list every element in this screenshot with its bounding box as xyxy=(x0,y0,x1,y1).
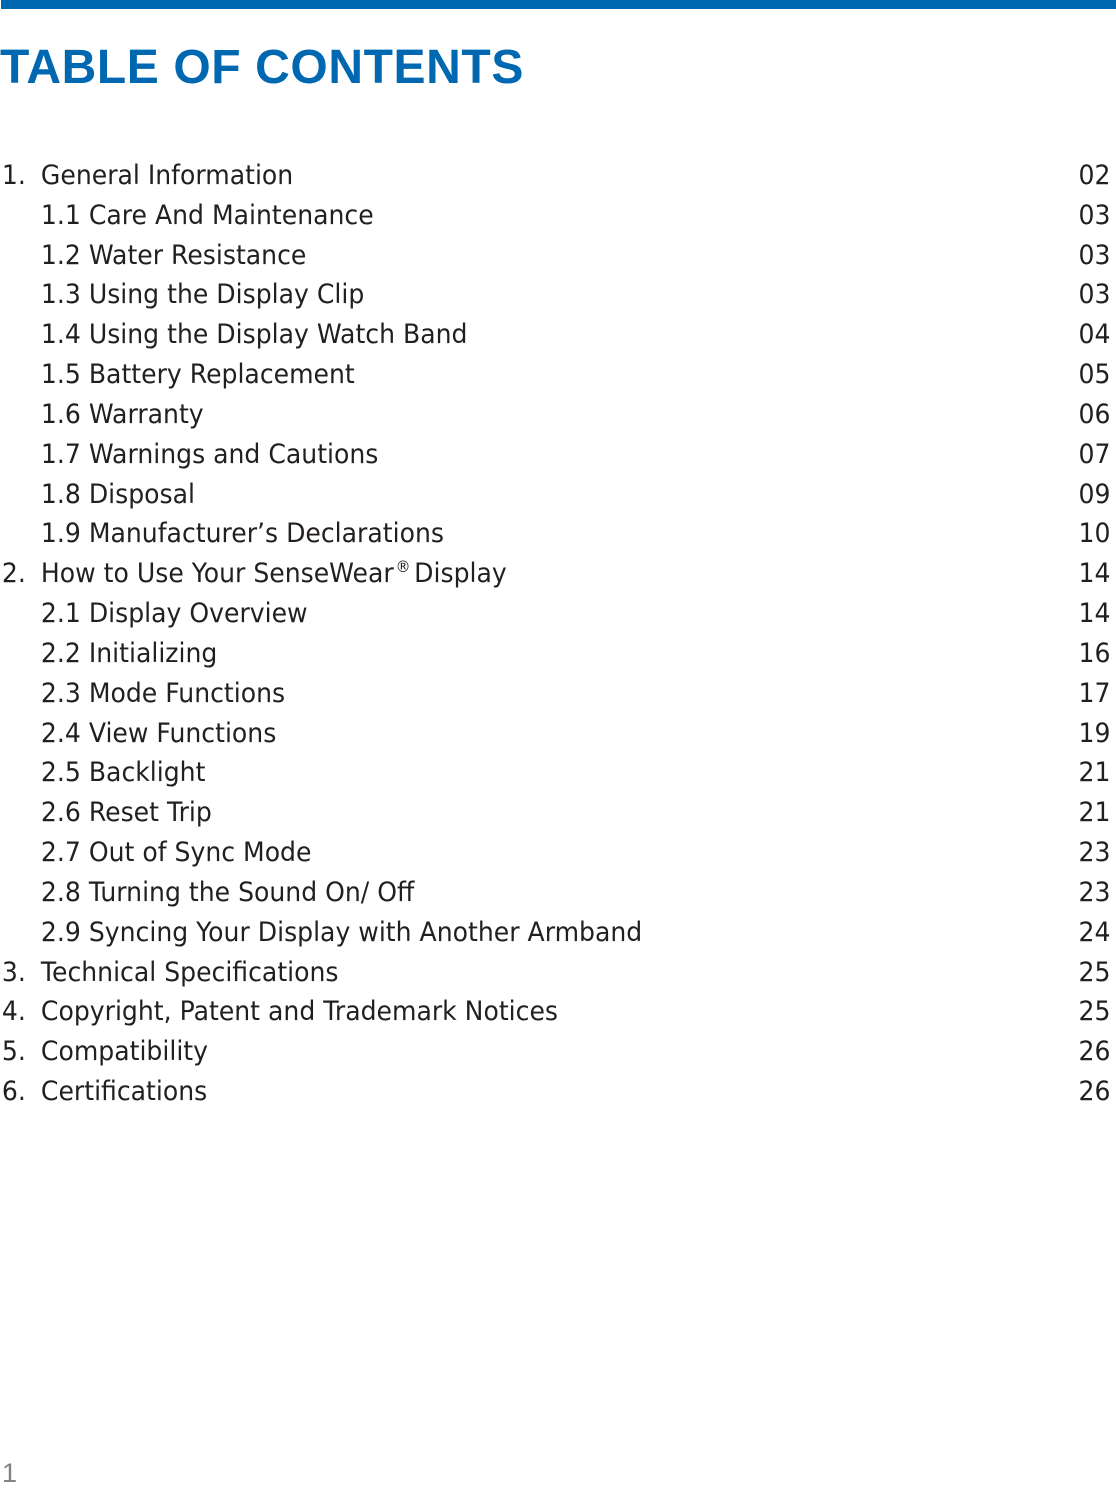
toc-page-number: 23 xyxy=(1078,837,1111,869)
toc-section-number: 3. xyxy=(1,956,26,988)
toc-section-number: 5. xyxy=(1,1036,26,1068)
toc-page-number: 04 xyxy=(1078,319,1111,351)
toc-entry-label: 1.6 Warranty xyxy=(40,398,204,430)
toc-page-number: 06 xyxy=(1078,398,1111,430)
toc-section-number: 6. xyxy=(1,1076,26,1108)
toc-section-entry[interactable]: 6. Certifications 26 xyxy=(0,1072,1111,1112)
toc-entry-label: Copyright, Patent and Trademark Notices xyxy=(40,996,558,1028)
toc-entry-label: 1.1 Care And Maintenance xyxy=(40,199,374,231)
toc-page-number: 03 xyxy=(1078,279,1111,311)
toc-page-number: 07 xyxy=(1078,438,1111,470)
toc-entry-label: 1.8 Disposal xyxy=(40,478,195,510)
toc-subsection-entry[interactable]: 2.9 Syncing Your Display with Another Ar… xyxy=(0,913,1111,953)
header-accent-bar xyxy=(1,0,1116,9)
toc-entry-label: 1.5 Battery Replacement xyxy=(40,359,355,391)
toc-entry-label: How to Use Your SenseWear ® Display xyxy=(41,554,507,594)
toc-page-number: 16 xyxy=(1078,637,1111,669)
toc-page-number: 10 xyxy=(1078,518,1111,550)
toc-subsection-entry[interactable]: 1.6 Warranty 06 xyxy=(0,395,1111,435)
toc-subsection-entry[interactable]: 1.3 Using the Display Clip 03 xyxy=(0,275,1111,315)
toc-section-number: 2. xyxy=(1,558,26,590)
toc-section-entry[interactable]: 3. Technical Specifications 25 xyxy=(0,953,1111,993)
toc-page-number: 14 xyxy=(1078,598,1111,630)
toc-page-number: 25 xyxy=(1078,996,1111,1028)
toc-page-number: 23 xyxy=(1078,876,1111,908)
page-number: 1 xyxy=(2,1458,18,1488)
toc-entry-label: Certifications xyxy=(40,1076,208,1108)
toc-entry-label: 2.8 Turning the Sound On/ Off xyxy=(40,876,415,908)
toc-subsection-entry[interactable]: 1.2 Water Resistance 03 xyxy=(0,236,1111,276)
toc-entry-label: General Information xyxy=(40,160,294,191)
toc-subsection-entry[interactable]: 2.5 Backlight 21 xyxy=(0,753,1111,793)
toc-section-entry[interactable]: 4. Copyright, Patent and Trademark Notice… xyxy=(0,992,1111,1032)
toc-entry-label: 2.5 Backlight xyxy=(40,757,206,789)
page-title: TABLE OF CONTENTS xyxy=(0,41,524,94)
toc-page-number: 03 xyxy=(1078,199,1111,231)
toc-section-entry[interactable]: 2. How to Use Your SenseWear ® Display 14 xyxy=(0,554,1111,594)
toc-subsection-entry[interactable]: 2.6 Reset Trip 21 xyxy=(0,793,1111,833)
toc-subsection-entry[interactable]: 2.4 View Functions 19 xyxy=(0,714,1111,754)
toc-page-number: 21 xyxy=(1078,757,1111,789)
toc-entry-label: 2.3 Mode Functions xyxy=(40,677,286,709)
toc-subsection-entry[interactable]: 1.8 Disposal 09 xyxy=(0,475,1111,515)
toc-entry-label: 2.7 Out of Sync Mode xyxy=(40,837,312,869)
toc-entry-label-text: How to Use Your SenseWear xyxy=(40,558,394,590)
toc-entry-label: 1.9 Manufacturer’s Declarations xyxy=(40,518,444,550)
toc-entry-label: 2.1 Display Overview xyxy=(40,598,308,630)
toc-subsection-entry[interactable]: 2.1 Display Overview 14 xyxy=(0,594,1111,634)
toc-entry-label: 1.3 Using the Display Clip xyxy=(40,279,365,311)
table-of-contents: 1. General Information 02 1.1 Care And Main… xyxy=(0,156,1111,1112)
toc-page-number: 25 xyxy=(1078,956,1111,988)
toc-entry-label: 1.2 Water Resistance xyxy=(40,239,307,271)
toc-page-number: 26 xyxy=(1078,1036,1111,1068)
toc-entry-label: 1.7 Warnings and Cautions xyxy=(40,438,379,470)
toc-entry-label: 2.9 Syncing Your Display with Another Ar… xyxy=(40,916,643,948)
toc-subsection-entry[interactable]: 1.5 Battery Replacement 05 xyxy=(0,355,1111,395)
toc-subsection-entry[interactable]: 2.2 Initializing 16 xyxy=(0,634,1111,674)
toc-section-number: 4. xyxy=(1,996,26,1028)
toc-page-number: 03 xyxy=(1078,239,1111,271)
toc-subsection-entry[interactable]: 1.7 Warnings and Cautions 07 xyxy=(0,435,1111,475)
toc-entry-label-suffix: Display xyxy=(414,558,507,590)
toc-subsection-entry[interactable]: 2.7 Out of Sync Mode 23 xyxy=(0,833,1111,873)
toc-page-number: 14 xyxy=(1078,558,1111,590)
toc-page-number: 17 xyxy=(1078,677,1111,709)
toc-page-number: 21 xyxy=(1078,797,1111,829)
toc-entry-label: Technical Specifications xyxy=(40,956,339,988)
toc-entry-label: 2.2 Initializing xyxy=(40,637,218,669)
toc-entry-label: 2.4 View Functions xyxy=(40,717,277,749)
toc-subsection-entry[interactable]: 2.3 Mode Functions 17 xyxy=(0,674,1111,714)
registered-trademark-symbol: ® xyxy=(395,557,411,577)
toc-page-number: 24 xyxy=(1078,916,1111,948)
toc-entry-label: 1.4 Using the Display Watch Band xyxy=(40,319,468,351)
toc-section-entry[interactable]: 1. General Information 02 xyxy=(0,156,1111,196)
toc-entry-label: Compatibility xyxy=(40,1036,209,1068)
toc-section-number: 1. xyxy=(1,160,26,191)
toc-page-number: 26 xyxy=(1078,1076,1111,1108)
toc-section-entry[interactable]: 5. Compatibility 26 xyxy=(0,1032,1111,1072)
toc-subsection-entry[interactable]: 1.9 Manufacturer’s Declarations 10 xyxy=(0,514,1111,554)
toc-page-number: 02 xyxy=(1078,160,1111,191)
toc-subsection-entry[interactable]: 2.8 Turning the Sound On/ Off 23 xyxy=(0,873,1111,913)
toc-page-number: 09 xyxy=(1078,478,1111,510)
toc-page-number: 05 xyxy=(1078,359,1111,391)
toc-entry-label: 2.6 Reset Trip xyxy=(40,797,212,829)
toc-page-number: 19 xyxy=(1078,717,1111,749)
toc-subsection-entry[interactable]: 1.4 Using the Display Watch Band 04 xyxy=(0,315,1111,355)
toc-subsection-entry[interactable]: 1.1 Care And Maintenance 03 xyxy=(0,196,1111,236)
